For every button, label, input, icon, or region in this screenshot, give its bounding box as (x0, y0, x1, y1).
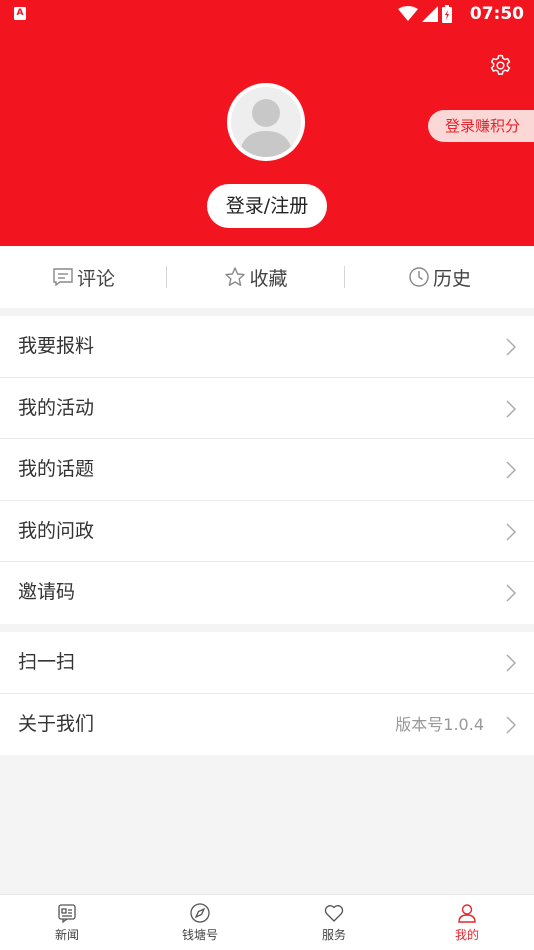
default-avatar-icon (239, 99, 293, 157)
menu-item-label: 关于我们 (18, 712, 95, 735)
menu-item-about-us[interactable]: 关于我们 版本号1.0.4 (0, 694, 534, 756)
menu-item-label: 扫一扫 (18, 651, 76, 673)
wifi-icon (398, 6, 418, 21)
menu-group-personal: 我要报料 我的活动 我的话题 我的问政 邀请码 (0, 316, 534, 624)
tab-comments[interactable]: 评论 (0, 246, 167, 308)
menu-item-scan[interactable]: 扫一扫 (0, 632, 534, 694)
chevron-right-icon (506, 400, 516, 418)
nav-mine-label: 我的 (454, 928, 479, 942)
chevron-right-icon (506, 654, 516, 672)
chevron-right-icon (506, 338, 516, 356)
news-icon (58, 904, 76, 924)
app-notification-icon: A (14, 7, 26, 20)
person-icon (458, 904, 476, 923)
menu-item-label: 我的问政 (18, 519, 95, 542)
menu-item-my-inquiries[interactable]: 我的问政 (0, 501, 534, 563)
tab-comments-label: 评论 (76, 267, 115, 290)
nav-mine[interactable]: 我的 (417, 895, 517, 950)
battery-icon (442, 5, 452, 23)
chevron-right-icon (506, 584, 516, 602)
tab-favorites[interactable]: 收藏 (167, 246, 345, 308)
login-register-button[interactable]: 登录/注册 (207, 184, 327, 228)
profile-tabs: 评论 收藏 历史 (0, 246, 534, 308)
menu-item-label: 我的活动 (18, 396, 95, 419)
settings-gear-icon[interactable] (488, 53, 513, 78)
nav-qiantang-label: 钱塘号 (181, 928, 218, 942)
star-icon (225, 267, 246, 286)
profile-header: A 07:50 登录赚积分 登录/注册 (0, 0, 534, 246)
tab-history-label: 历史 (432, 267, 471, 290)
compass-icon (190, 903, 210, 923)
tab-favorites-label: 收藏 (249, 267, 288, 290)
tab-history[interactable]: 历史 (345, 246, 534, 308)
menu-item-label: 我的话题 (18, 458, 95, 481)
nav-services[interactable]: 服务 (284, 895, 384, 950)
chevron-right-icon (506, 716, 516, 734)
chevron-right-icon (506, 523, 516, 541)
menu-group-app: 扫一扫 关于我们 版本号1.0.4 (0, 632, 534, 756)
nav-qiantang[interactable]: 钱塘号 (150, 895, 250, 950)
avatar[interactable] (227, 83, 305, 161)
version-number: 版本号1.0.4 (395, 714, 484, 734)
nav-services-label: 服务 (321, 928, 346, 942)
heart-icon (324, 905, 344, 922)
nav-news-label: 新闻 (54, 928, 79, 942)
menu-item-label: 邀请码 (18, 581, 76, 604)
chevron-right-icon (506, 461, 516, 479)
earn-points-button[interactable]: 登录赚积分 (428, 110, 534, 142)
menu-item-submit-tip[interactable]: 我要报料 (0, 316, 534, 378)
menu-item-invite-code[interactable]: 邀请码 (0, 562, 534, 624)
status-time: 07:50 (469, 4, 524, 24)
menu-item-my-topics[interactable]: 我的话题 (0, 439, 534, 501)
clock-icon (409, 267, 429, 287)
status-bar: A 07:50 (0, 0, 534, 28)
nav-news[interactable]: 新闻 (17, 895, 117, 950)
bottom-navigation: 新闻 钱塘号 服务 我的 (0, 894, 534, 950)
menu-item-label: 我要报料 (18, 335, 95, 357)
cell-signal-icon (422, 6, 438, 22)
menu-item-my-activities[interactable]: 我的活动 (0, 378, 534, 440)
comment-icon (53, 268, 73, 287)
